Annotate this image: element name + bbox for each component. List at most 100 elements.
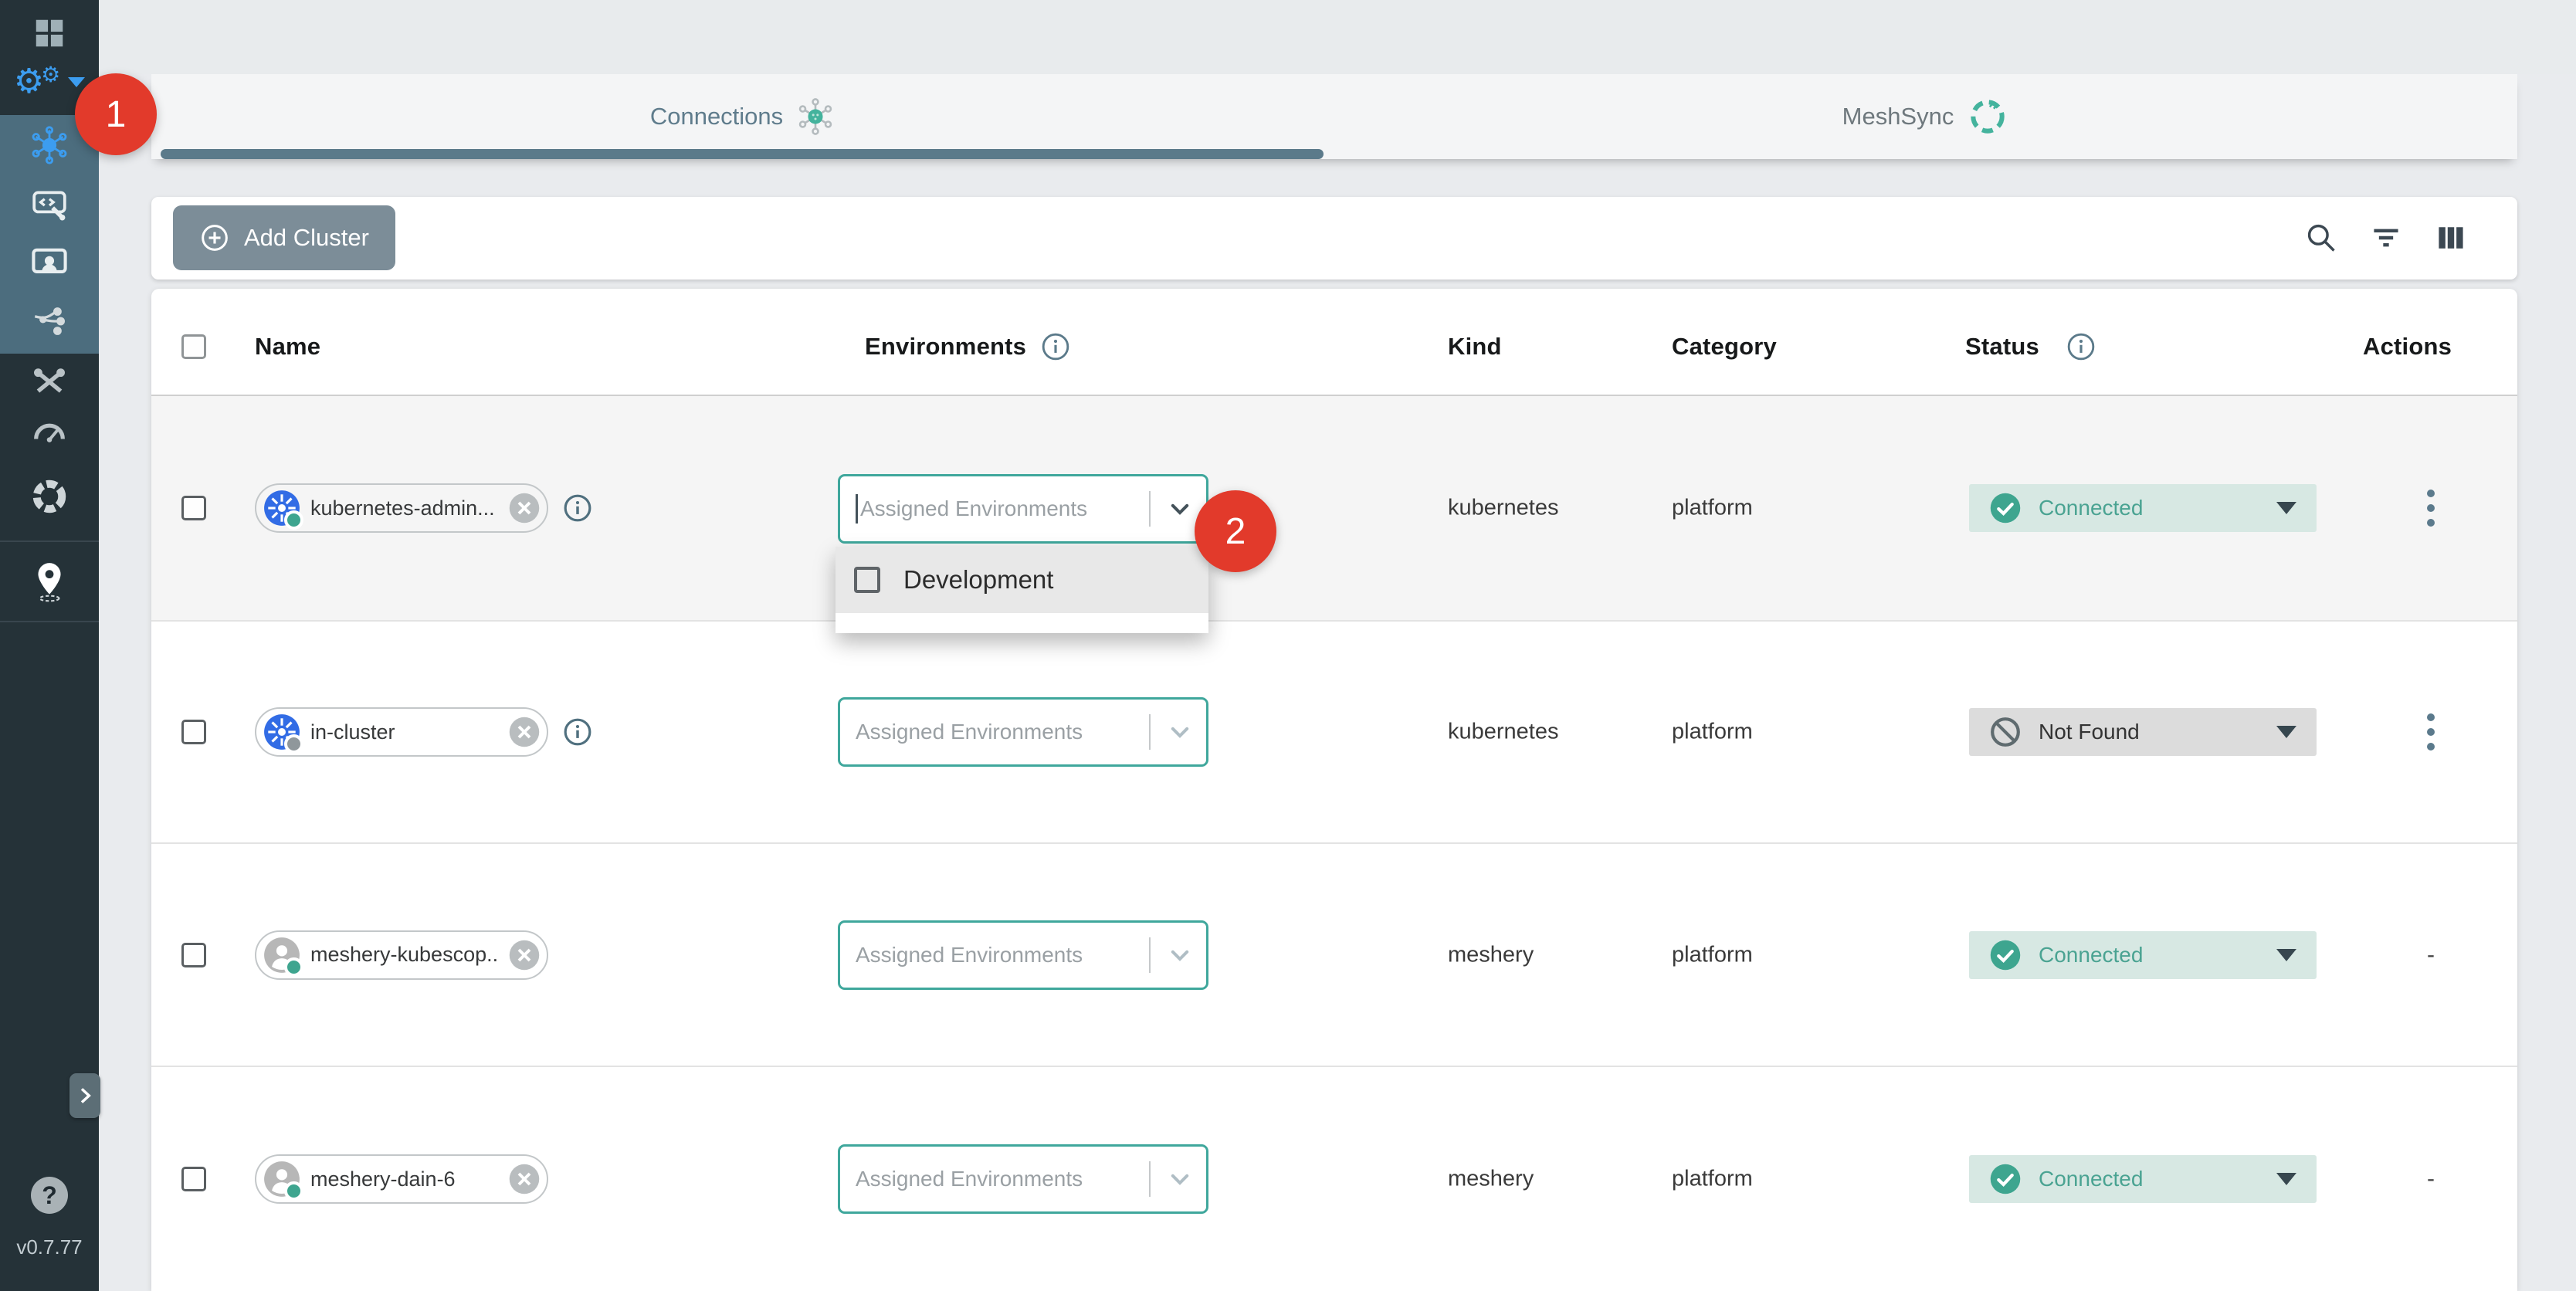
row-checkbox[interactable] (181, 496, 206, 520)
connected-check-icon (1989, 1163, 2022, 1195)
environments-dropdown-menu: Development (836, 547, 1208, 633)
environments-select[interactable]: Assigned Environments (838, 920, 1208, 990)
chevron-down-icon[interactable] (1164, 1164, 1195, 1194)
column-kind[interactable]: Kind (1448, 333, 1502, 361)
tab-meshsync[interactable]: MeshSync (1334, 74, 2517, 159)
sidebar-item-extensions[interactable] (0, 469, 99, 524)
connections-hub-icon (795, 97, 836, 137)
connection-info-icon[interactable] (563, 493, 592, 523)
column-name[interactable]: Name (255, 333, 320, 361)
mesh-nodes-icon (30, 302, 69, 341)
category-value: platform (1672, 942, 1753, 967)
connection-chip[interactable]: meshery-kubescop... (255, 930, 548, 980)
toolbar-icons (2304, 221, 2468, 255)
extensions-icon (29, 476, 69, 517)
connected-check-icon (1989, 492, 2022, 524)
add-cluster-button[interactable]: Add Cluster (173, 205, 395, 270)
option-checkbox[interactable] (854, 567, 880, 593)
filter-icon (2369, 221, 2403, 255)
row-actions[interactable] (2400, 713, 2462, 751)
column-environments[interactable]: Environments (865, 333, 1026, 361)
connection-status-dot (284, 734, 303, 754)
status-label: Connected (2039, 496, 2143, 520)
connection-chip[interactable]: in-cluster (255, 707, 548, 757)
sidebar-item-configuration[interactable] (0, 353, 99, 407)
status-select[interactable]: Connected (1969, 931, 2317, 979)
sidebar-item-adapters[interactable] (0, 177, 99, 231)
connection-chip[interactable]: meshery-dain-6 (255, 1154, 548, 1204)
grid-icon (32, 15, 67, 51)
select-divider (1149, 714, 1151, 750)
active-tab-indicator (161, 149, 1324, 159)
select-divider (1149, 1161, 1151, 1197)
environments-select[interactable]: Assigned Environments (838, 474, 1208, 544)
select-all-checkbox[interactable] (181, 334, 206, 359)
connection-chip[interactable]: kubernetes-admin... (255, 483, 548, 533)
location-pin-icon (30, 561, 69, 602)
chevron-down-icon[interactable] (1164, 717, 1195, 747)
chevron-down-icon (68, 77, 85, 87)
table-header: Name Environments Kind Category Status A… (151, 289, 2517, 396)
delete-chip-icon[interactable] (508, 1163, 541, 1195)
tab-bar: Connections MeshSync (151, 74, 2517, 159)
status-info-icon[interactable] (2066, 332, 2096, 361)
environments-info-icon[interactable] (1041, 332, 1070, 361)
chevron-down-icon[interactable] (1164, 940, 1195, 971)
gauge-icon (29, 414, 69, 454)
category-value: platform (1672, 496, 1753, 521)
help-button[interactable]: ? (31, 1177, 68, 1214)
connections-icon (29, 125, 69, 165)
connection-name: in-cluster (310, 720, 499, 744)
environments-placeholder: Assigned Environments (856, 943, 1083, 967)
connection-info-icon[interactable] (563, 717, 592, 747)
environments-select[interactable]: Assigned Environments (838, 697, 1208, 767)
filter-button[interactable] (2369, 221, 2403, 255)
dashboard-icon[interactable] (0, 6, 99, 60)
delete-chip-icon[interactable] (508, 716, 541, 748)
row-checkbox[interactable] (181, 720, 206, 744)
caret-down-icon (2276, 1173, 2296, 1185)
row-checkbox[interactable] (181, 1167, 206, 1191)
status-select[interactable]: Connected (1969, 484, 2317, 532)
dropdown-option-development[interactable]: Development (836, 547, 1208, 613)
table-row: kubernetes-admin... Assigned Environment… (151, 396, 2517, 622)
tab-connections-label: Connections (650, 103, 783, 130)
sidebar-item-get-started[interactable] (0, 554, 99, 608)
row-actions: - (2400, 1166, 2462, 1192)
kubernetes-icon (263, 489, 301, 527)
select-divider (1149, 491, 1151, 527)
kebab-menu-icon[interactable] (2427, 713, 2435, 751)
column-category[interactable]: Category (1672, 333, 1777, 361)
sidebar-expand-button[interactable] (69, 1073, 100, 1118)
sidebar-item-workspaces[interactable] (0, 235, 99, 290)
search-button[interactable] (2304, 221, 2338, 255)
category-value: platform (1672, 1167, 1753, 1192)
row-actions[interactable] (2400, 490, 2462, 527)
presenter-icon (29, 242, 69, 283)
no-actions-dash: - (2427, 942, 2435, 968)
sidebar-item-service-mesh[interactable] (0, 294, 99, 348)
view-columns-button[interactable] (2434, 221, 2468, 255)
sidebar-divider (0, 540, 99, 542)
chevron-down-icon[interactable] (1164, 493, 1195, 524)
status-select[interactable]: Connected (1969, 1155, 2317, 1203)
row-checkbox[interactable] (181, 943, 206, 967)
delete-chip-icon[interactable] (508, 939, 541, 971)
kind-value: meshery (1448, 942, 1534, 967)
status-select[interactable]: Not Found (1969, 708, 2317, 756)
kebab-menu-icon[interactable] (2427, 490, 2435, 527)
gears-icon: ⚙ ⚙ (14, 65, 86, 99)
environments-select[interactable]: Assigned Environments (838, 1144, 1208, 1214)
sidebar-item-performance[interactable] (0, 407, 99, 461)
app-version: v0.7.77 (0, 1235, 99, 1259)
column-status[interactable]: Status (1965, 333, 2039, 361)
top-strip (99, 0, 2576, 74)
caret-down-icon (2276, 502, 2296, 514)
tab-connections[interactable]: Connections (151, 74, 1334, 159)
connection-status-dot (284, 510, 303, 530)
meshsync-ring-icon (1966, 95, 2009, 138)
status-label: Connected (2039, 943, 2143, 967)
delete-chip-icon[interactable] (508, 492, 541, 524)
column-actions: Actions (2363, 333, 2452, 361)
user-avatar-icon (263, 1160, 301, 1198)
